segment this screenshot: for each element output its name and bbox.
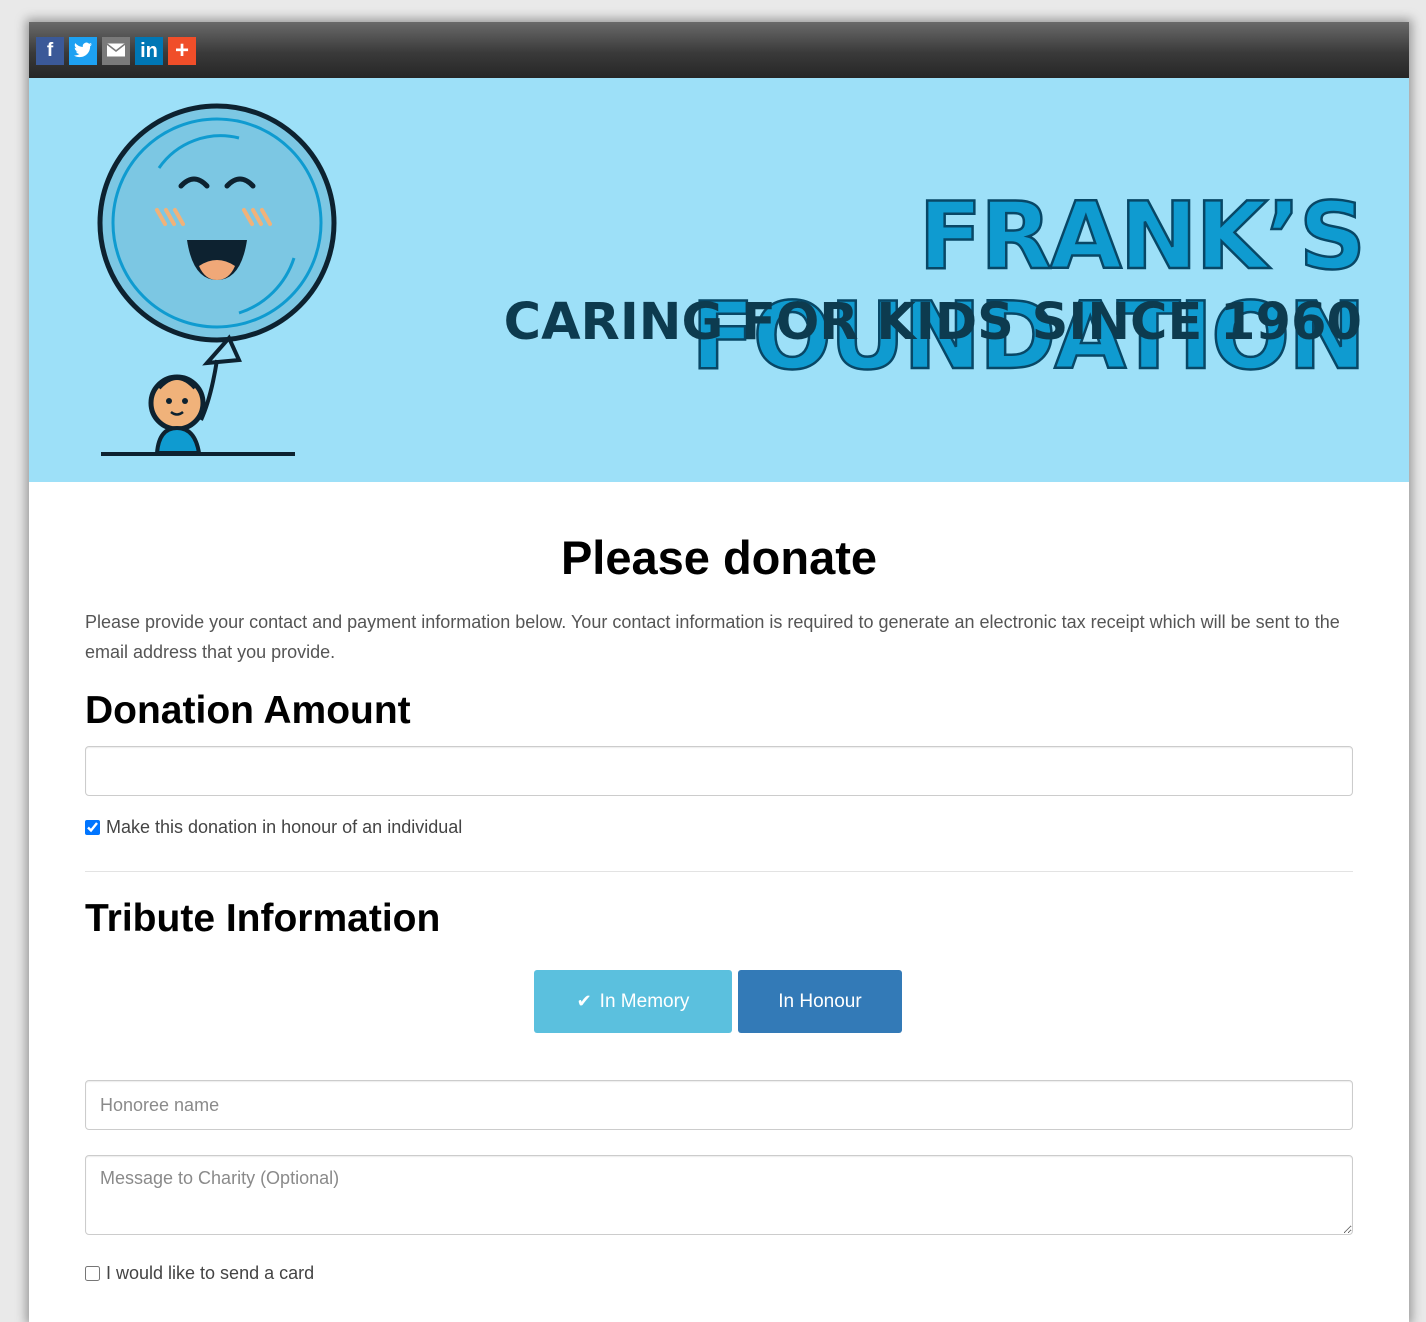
linkedin-share-button[interactable]: in (135, 37, 163, 65)
check-icon: ✔ (576, 991, 592, 1011)
more-share-button[interactable]: + (168, 37, 196, 65)
in-honour-button[interactable]: In Honour (738, 970, 902, 1033)
facebook-share-button[interactable]: f (36, 37, 64, 65)
intro-text: Please provide your contact and payment … (85, 612, 1340, 662)
plus-icon: + (174, 37, 189, 64)
email-share-button[interactable] (102, 37, 130, 65)
page-frame: f in + FRANK’S FOUNDATION CARING FOR KID… (29, 22, 1409, 1322)
in-honour-label: In Honour (778, 990, 862, 1012)
send-card-checkbox[interactable] (85, 1266, 100, 1281)
message-to-charity-textarea[interactable] (85, 1155, 1353, 1235)
twitter-icon (74, 42, 92, 58)
donation-amount-input[interactable] (85, 746, 1353, 796)
donation-amount-heading: Donation Amount (85, 689, 411, 732)
balloon-mascot-logo (97, 103, 337, 456)
honour-checkbox-row[interactable]: Make this donation in honour of an indiv… (85, 817, 462, 838)
honour-checkbox-label: Make this donation in honour of an indiv… (106, 817, 463, 837)
foundation-tagline: CARING FOR KIDS SINCE 1960 (503, 293, 1362, 352)
facebook-icon: f (46, 40, 54, 61)
twitter-share-button[interactable] (69, 37, 97, 65)
in-memory-button[interactable]: ✔ In Memory (534, 970, 732, 1033)
honoree-name-input[interactable] (85, 1080, 1353, 1130)
in-memory-label: In Memory (599, 990, 690, 1012)
honour-checkbox[interactable] (85, 820, 100, 835)
send-card-checkbox-row[interactable]: I would like to send a card (85, 1263, 314, 1284)
linkedin-icon: in (140, 40, 158, 62)
foundation-name: FRANK’S FOUNDATION (690, 182, 1367, 390)
share-toolbar: f in + (29, 22, 1409, 78)
send-card-checkbox-label: I would like to send a card (106, 1263, 315, 1283)
email-icon (106, 43, 126, 57)
header-banner: FRANK’S FOUNDATION CARING FOR KIDS SINCE… (29, 78, 1409, 482)
page-title: Please donate (560, 531, 878, 584)
tribute-information-heading: Tribute Information (85, 897, 441, 940)
section-divider (85, 871, 1353, 872)
